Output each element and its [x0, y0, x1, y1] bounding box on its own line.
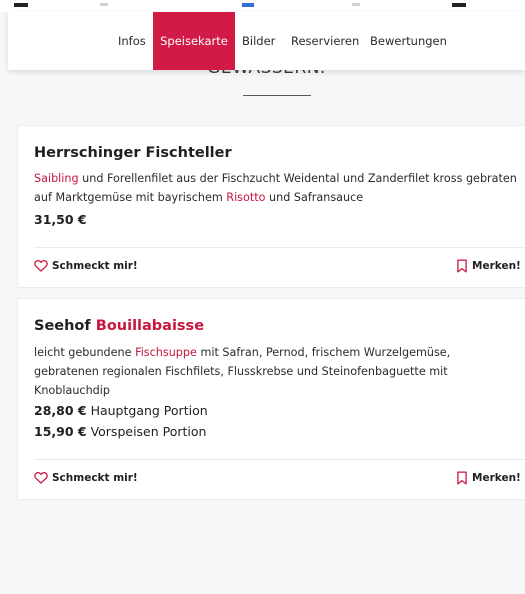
menu-item-card: Seehof Bouillabaisse leicht gebundene Fi…	[17, 298, 525, 500]
highlighted-term[interactable]: Fischsuppe	[135, 346, 197, 359]
nav-tab-infos[interactable]: Infos	[118, 12, 146, 70]
nav-tab-reservieren[interactable]: Reservieren	[291, 12, 359, 70]
highlighted-term[interactable]: Risotto	[226, 191, 265, 204]
like-button[interactable]: Schmeckt mir!	[34, 471, 138, 484]
like-label: Schmeckt mir!	[52, 259, 138, 272]
page-background	[0, 0, 525, 594]
card-divider	[34, 247, 525, 248]
bookmark-label: Merken!	[472, 472, 521, 484]
like-button[interactable]: Schmeckt mir!	[34, 259, 138, 272]
highlighted-term[interactable]: Bouillabaisse	[96, 318, 204, 334]
nav-tab-bewertungen[interactable]: Bewertungen	[370, 12, 447, 70]
section-navigation: Infos Speisekarte Bilder Reservieren Bew…	[8, 12, 525, 70]
like-label: Schmeckt mir!	[52, 471, 138, 484]
status-mark	[242, 3, 254, 7]
dish-description: leicht gebundene Fischsuppe mit Safran, …	[34, 346, 451, 397]
heading-divider	[243, 95, 311, 96]
status-mark	[100, 3, 108, 6]
menu-item-card: Herrschinger Fischteller Saibling und Fo…	[17, 125, 525, 288]
bookmark-button[interactable]: Merken!	[456, 471, 521, 485]
dish-title: Herrschinger Fischteller	[34, 145, 232, 161]
highlighted-term[interactable]: Saibling	[34, 172, 79, 185]
heart-outline-icon	[34, 260, 48, 272]
nav-tab-speisekarte[interactable]: Speisekarte	[153, 12, 235, 70]
nav-tab-bilder[interactable]: Bilder	[242, 12, 275, 70]
dish-price: 28,80 € Hauptgang Portion	[34, 403, 208, 418]
bookmark-outline-icon	[457, 259, 467, 273]
card-divider	[34, 459, 525, 460]
bookmark-label: Merken!	[472, 260, 521, 272]
dish-price: 31,50 €	[34, 212, 87, 227]
bookmark-outline-icon	[457, 471, 467, 485]
status-mark	[452, 3, 466, 7]
dish-title: Seehof Bouillabaisse	[34, 318, 205, 334]
status-mark	[14, 3, 28, 7]
browser-status-strip	[0, 0, 525, 12]
dish-price: 15,90 € Vorspeisen Portion	[34, 424, 207, 439]
bookmark-button[interactable]: Merken!	[456, 259, 521, 273]
heart-outline-icon	[34, 472, 48, 484]
dish-description: Saibling und Forellenfilet aus der Fisch…	[34, 172, 517, 204]
status-mark	[352, 3, 360, 6]
